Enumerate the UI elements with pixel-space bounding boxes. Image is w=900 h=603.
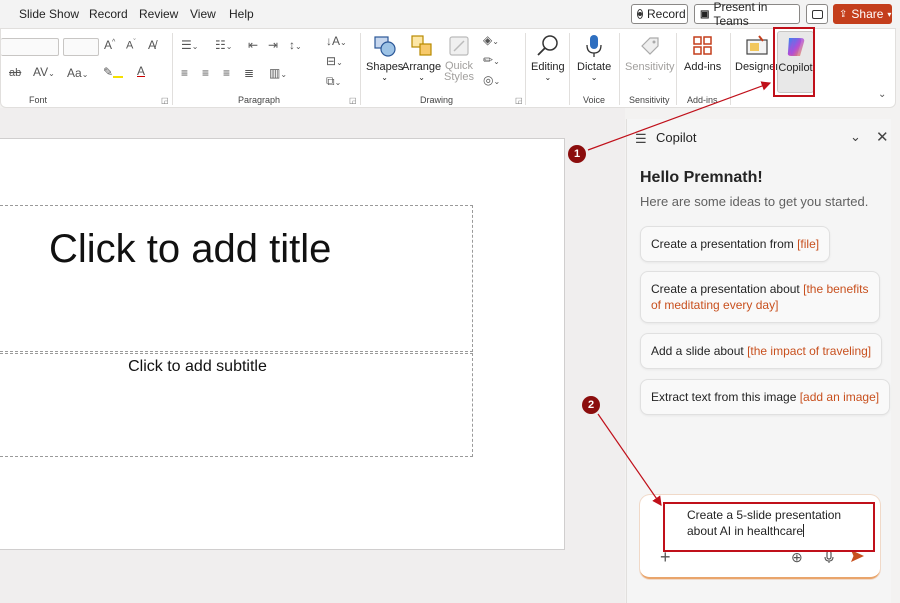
comments-button[interactable]	[806, 4, 828, 24]
shape-effects-icon[interactable]: ◎⌄	[483, 73, 500, 87]
text-direction-icon[interactable]: ↓A⌄	[326, 34, 347, 48]
menu-slide-show[interactable]: Slide Show	[19, 7, 79, 21]
collapse-ribbon-icon[interactable]: ⌄	[878, 89, 886, 100]
smartart-icon[interactable]: ⧉⌄	[326, 74, 341, 89]
dictate-button[interactable]: Dictate ⌄	[577, 31, 611, 82]
menu-icon[interactable]: ☰	[635, 131, 647, 147]
decrease-indent-icon[interactable]: ⇤	[248, 38, 258, 52]
add-ins-button[interactable]: Add-ins	[684, 31, 721, 73]
highlight-icon[interactable]: ✎	[103, 65, 124, 79]
chevron-down-icon: ⌄	[418, 73, 425, 82]
shape-fill-icon[interactable]: ◈⌄	[483, 33, 499, 47]
suggestion-card[interactable]: Create a presentation about [the benefit…	[640, 271, 880, 323]
shrink-font-icon[interactable]: Aˇ	[126, 39, 136, 52]
drawing-group-label: Drawing	[420, 95, 454, 105]
chevron-down-icon: ⌄	[381, 73, 388, 82]
title-placeholder-text: Click to add title	[49, 227, 332, 271]
menu-bar: Slide Show Record Review View Help Recor…	[0, 0, 900, 28]
font-name-combo[interactable]	[1, 38, 59, 56]
microphone-icon[interactable]	[823, 550, 835, 569]
bullets-icon[interactable]: ☰⌄	[181, 38, 198, 52]
record-button[interactable]: Record	[631, 4, 688, 24]
menu-view[interactable]: View	[190, 7, 216, 21]
align-left-icon[interactable]: ≡	[181, 66, 188, 80]
designer-icon	[742, 31, 772, 61]
search-icon	[533, 31, 563, 61]
voice-group-label: Voice	[583, 95, 606, 105]
comment-icon	[811, 9, 823, 19]
menu-review[interactable]: Review	[139, 7, 178, 21]
microphone-icon	[579, 31, 609, 61]
suggestion-card[interactable]: Create a presentation from [file]	[640, 226, 831, 262]
menu-record[interactable]: Record	[89, 7, 128, 21]
add-ins-group-label: Add-ins	[687, 95, 718, 105]
align-center-icon[interactable]: ≡	[202, 66, 209, 80]
ribbon: A^ Aˇ A̸ ab AV⌄ Aa⌄ ✎ A Font ◲ ☰⌄ ☷⌄ ⇤ ⇥…	[0, 28, 896, 108]
subtitle-placeholder[interactable]: Click to add subtitle	[0, 353, 473, 457]
font-size-combo[interactable]	[63, 38, 99, 56]
increase-indent-icon[interactable]: ⇥	[268, 38, 278, 52]
font-group-label: Font	[29, 95, 48, 105]
drawing-dialog-launcher-icon[interactable]: ◲	[515, 96, 523, 105]
align-right-icon[interactable]: ≡	[223, 66, 230, 80]
shape-outline-icon[interactable]: ✏⌄	[483, 53, 500, 67]
menu-help[interactable]: Help	[229, 7, 254, 21]
chevron-down-icon[interactable]: ⌄	[850, 129, 861, 145]
paragraph-group-label: Paragraph	[238, 95, 281, 105]
share-icon: ⇪	[839, 8, 848, 20]
suggestion-card[interactable]: Add a slide about [the impact of traveli…	[640, 333, 883, 369]
columns-icon[interactable]: ▥⌄	[269, 66, 287, 80]
callout-2: 2	[582, 396, 600, 414]
intro-text: Here are some ideas to get you started.	[640, 194, 869, 209]
paragraph-dialog-launcher-icon[interactable]: ◲	[349, 96, 357, 105]
record-icon	[637, 9, 643, 19]
arrange-icon	[407, 31, 437, 61]
prompt-highlight-box	[663, 502, 875, 552]
chevron-down-icon: ▾	[887, 9, 892, 19]
greeting: Hello Premnath!	[640, 169, 763, 186]
teams-icon: ▣	[700, 8, 710, 20]
present-in-teams-button[interactable]: ▣ Present in Teams	[694, 0, 800, 28]
font-dialog-launcher-icon[interactable]: ◲	[161, 96, 169, 105]
quick-styles-icon	[444, 31, 474, 61]
sensitivity-tag-icon	[635, 31, 665, 61]
grow-font-icon[interactable]: A^	[104, 38, 115, 52]
chevron-down-icon: ⌄	[544, 73, 552, 82]
slide-editor: Click to add title Click to add subtitle	[0, 108, 625, 603]
strikethrough-icon[interactable]: ab	[9, 67, 21, 79]
subtitle-placeholder-text: Click to add subtitle	[128, 358, 267, 375]
clear-format-icon[interactable]: A̸	[148, 38, 156, 52]
numbering-icon[interactable]: ☷⌄	[215, 38, 232, 52]
editing-button[interactable]: Editing ⌄	[531, 31, 565, 82]
sensitivity-group-label: Sensitivity	[629, 95, 670, 105]
close-icon[interactable]: ✕	[876, 128, 889, 146]
add-ins-grid-icon	[688, 31, 718, 61]
sensitivity-button[interactable]: Sensitivity ⌄	[625, 31, 675, 82]
copilot-pane-title: Copilot	[656, 130, 697, 145]
char-spacing-icon[interactable]: AV⌄	[33, 65, 55, 79]
suggestion-card[interactable]: Extract text from this image [add an ima…	[640, 379, 891, 415]
arrange-button[interactable]: Arrange ⌄	[402, 31, 441, 82]
line-spacing-icon[interactable]: ↕⌄	[289, 38, 302, 52]
slide-canvas[interactable]: Click to add title Click to add subtitle	[0, 138, 565, 550]
chevron-down-icon: ⌄	[646, 73, 654, 82]
justify-icon[interactable]: ≣	[244, 66, 254, 80]
align-text-icon[interactable]: ⊟⌄	[326, 54, 343, 68]
chevron-down-icon: ⌄	[590, 73, 598, 82]
shapes-icon	[370, 31, 400, 61]
quick-styles-button[interactable]: Quick Styles	[444, 31, 474, 83]
font-color-icon[interactable]: A	[137, 64, 145, 78]
change-case-icon[interactable]: Aa⌄	[67, 66, 88, 80]
share-button[interactable]: ⇪ Share ▾	[833, 4, 892, 24]
shapes-button[interactable]: Shapes ⌄	[366, 31, 403, 82]
callout-1: 1	[568, 145, 586, 163]
copilot-highlight-box	[773, 27, 815, 97]
